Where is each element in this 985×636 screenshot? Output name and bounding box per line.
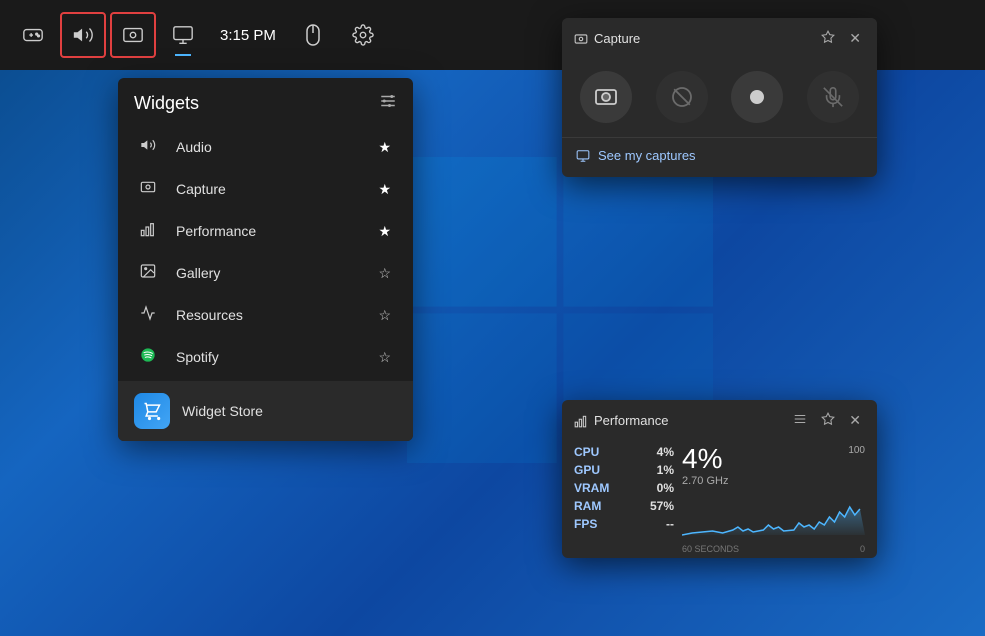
widget-performance-star[interactable]: ★ (378, 223, 391, 240)
fps-stat-key: FPS (574, 517, 597, 531)
performance-chart-zero-label: 0 (860, 544, 865, 554)
performance-widget-icon (140, 221, 164, 241)
capture-popup-header: Capture ✕ (562, 18, 877, 57)
performance-frequency: 2.70 GHz (682, 475, 728, 487)
widget-store-item[interactable]: Widget Store (118, 381, 413, 441)
gpu-stat-key: GPU (574, 463, 600, 477)
fps-stat-value: -- (666, 517, 674, 531)
taskbar-time: 3:15 PM (210, 27, 286, 44)
performance-chart-top: 100 (848, 445, 865, 456)
widget-audio-label: Audio (176, 139, 378, 155)
performance-pin-btn[interactable] (817, 410, 839, 431)
mouse-taskbar-icon[interactable] (290, 12, 336, 58)
gpu-stat-row: GPU 1% (574, 463, 674, 477)
capture-title-row: Capture (574, 31, 640, 46)
fps-stat-row: FPS -- (574, 517, 674, 531)
capture-popup-controls: ✕ (817, 28, 865, 49)
capture-popup-title: Capture (594, 31, 640, 46)
performance-popup-controls: ✕ (789, 410, 865, 431)
performance-chart-time-label: 60 SECONDS (682, 544, 739, 554)
widget-spotify-star[interactable]: ☆ (378, 349, 391, 366)
gallery-widget-icon (140, 263, 164, 283)
ram-stat-key: RAM (574, 499, 601, 513)
performance-title-row: Performance (574, 413, 668, 428)
widget-capture-star[interactable]: ★ (378, 181, 391, 198)
widget-performance-label: Performance (176, 223, 378, 239)
widgets-panel: Widgets Audio ★ (118, 78, 413, 441)
capture-close-btn[interactable]: ✕ (845, 28, 865, 49)
ram-stat-value: 57% (650, 499, 674, 513)
performance-popup-title: Performance (594, 413, 668, 428)
widget-store-icon (134, 393, 170, 429)
spotify-widget-icon (140, 347, 164, 367)
widget-gallery-label: Gallery (176, 265, 378, 281)
performance-close-btn[interactable]: ✕ (845, 410, 865, 431)
performance-popup: Performance ✕ CPU 4% (562, 400, 877, 558)
widget-gallery-star[interactable]: ☆ (378, 265, 391, 282)
performance-stats: CPU 4% GPU 1% VRAM 0% RAM 57% FPS -- (574, 445, 674, 554)
resources-widget-icon (140, 305, 164, 325)
performance-popup-header: Performance ✕ (562, 400, 877, 439)
performance-chart-area: 4% 2.70 GHz 100 60 SECONDS 0 (682, 445, 865, 554)
widgets-settings-icon[interactable] (379, 92, 397, 115)
record-button[interactable] (731, 71, 783, 123)
vram-stat-value: 0% (657, 481, 674, 495)
audio-widget-icon (140, 137, 164, 157)
capture-widget-icon (140, 179, 164, 199)
ram-stat-row: RAM 57% (574, 499, 674, 513)
vram-stat-key: VRAM (574, 481, 609, 495)
settings-taskbar-icon[interactable] (340, 12, 386, 58)
vram-stat-row: VRAM 0% (574, 481, 674, 495)
capture-popup-icon (574, 32, 588, 46)
widget-item-resources[interactable]: Resources ☆ (124, 295, 407, 335)
widget-spotify-label: Spotify (176, 349, 378, 365)
performance-chart (682, 487, 865, 537)
widget-item-audio[interactable]: Audio ★ (124, 127, 407, 167)
audio-taskbar-icon[interactable] (60, 12, 106, 58)
performance-chart-footer: 60 SECONDS 0 (682, 544, 865, 554)
widget-item-spotify[interactable]: Spotify ☆ (124, 337, 407, 377)
capture-popup: Capture ✕ (562, 18, 877, 177)
widget-item-gallery[interactable]: Gallery ☆ (124, 253, 407, 293)
widget-resources-label: Resources (176, 307, 378, 323)
gpu-stat-value: 1% (657, 463, 674, 477)
widget-item-performance[interactable]: Performance ★ (124, 211, 407, 251)
capture-buttons-row (562, 57, 877, 137)
performance-big-percent: 4% (682, 445, 728, 473)
see-captures-link[interactable]: See my captures (562, 137, 877, 177)
widget-capture-label: Capture (176, 181, 378, 197)
widgets-title: Widgets (134, 93, 199, 114)
widget-resources-star[interactable]: ☆ (378, 307, 391, 324)
performance-popup-icon (574, 414, 588, 428)
controller-taskbar-icon[interactable] (10, 12, 56, 58)
performance-body: CPU 4% GPU 1% VRAM 0% RAM 57% FPS -- (562, 439, 877, 558)
screenshot-button[interactable] (580, 71, 632, 123)
performance-settings-btn[interactable] (789, 410, 811, 431)
see-captures-label: See my captures (598, 148, 696, 163)
record-off-button[interactable] (656, 71, 708, 123)
cpu-stat-key: CPU (574, 445, 599, 459)
widget-store-label: Widget Store (182, 403, 263, 419)
capture-pin-btn[interactable] (817, 28, 839, 49)
capture-taskbar-icon[interactable] (110, 12, 156, 58)
widgets-header: Widgets (118, 78, 413, 125)
cpu-stat-value: 4% (657, 445, 674, 459)
widget-audio-star[interactable]: ★ (378, 139, 391, 156)
widget-item-capture[interactable]: Capture ★ (124, 169, 407, 209)
display-taskbar-icon[interactable] (160, 12, 206, 58)
see-captures-icon (576, 149, 590, 163)
cpu-stat-row: CPU 4% (574, 445, 674, 459)
mic-mute-button[interactable] (807, 71, 859, 123)
